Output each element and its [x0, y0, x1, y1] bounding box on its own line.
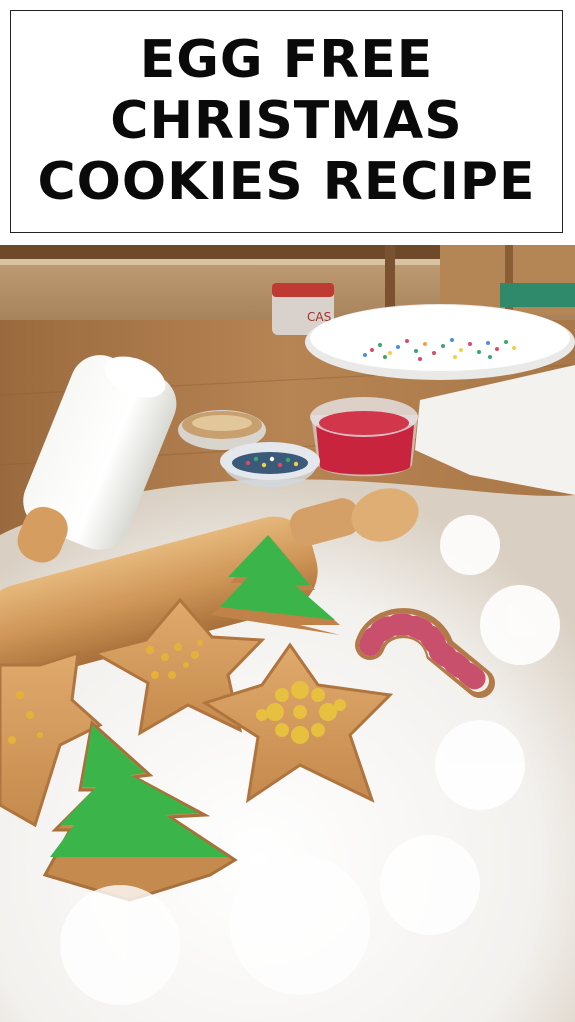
jam-bowl — [310, 397, 418, 477]
title-banner: EGG FREE CHRISTMAS COOKIES RECIPE — [10, 10, 563, 233]
cookie-photo: CAS — [0, 245, 575, 1022]
title-line-3: COOKIES RECIPE — [37, 152, 536, 212]
title-line-2: CHRISTMAS — [110, 91, 463, 151]
title-line-1: EGG FREE — [139, 30, 434, 90]
sprinkles-plate — [305, 304, 575, 380]
